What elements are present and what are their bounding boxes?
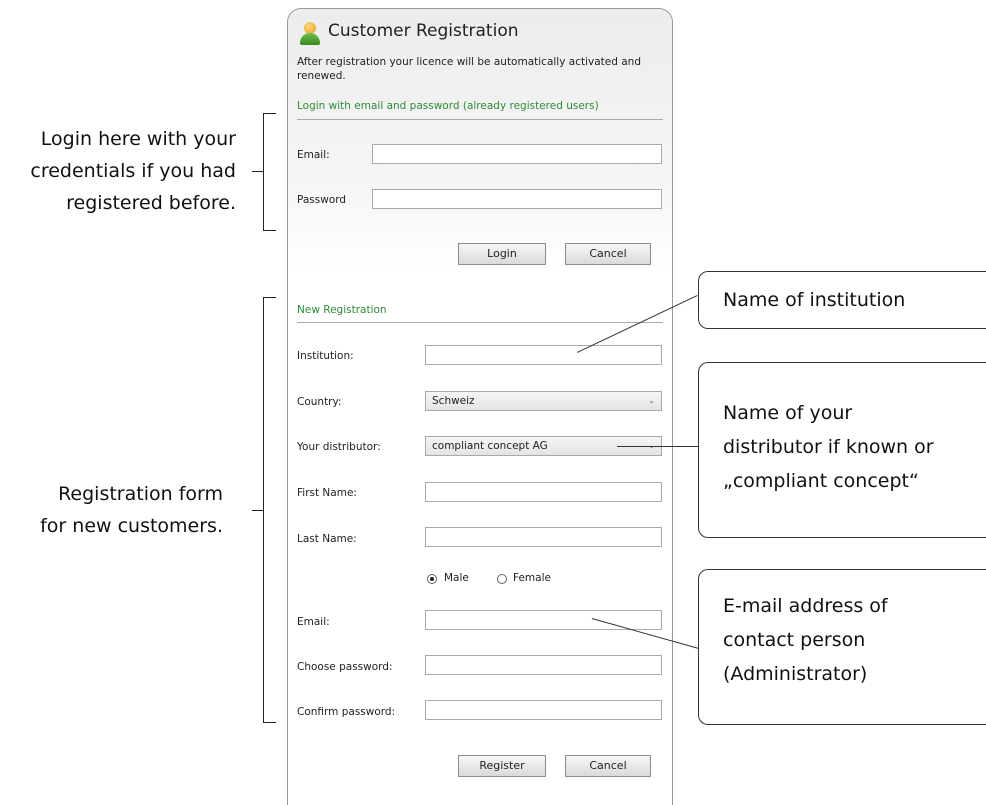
login-annotation-line: registered before. <box>66 192 236 214</box>
registration-section-divider <box>297 322 663 323</box>
distributor-callout-line: „compliant concept“ <box>723 470 919 492</box>
customer-registration-dialog: Customer Registration After registration… <box>287 8 673 805</box>
registration-section-heading: New Registration <box>297 304 387 316</box>
user-icon <box>299 22 321 46</box>
registration-bracket <box>263 297 276 723</box>
institution-callout: Name of institution <box>698 271 986 329</box>
confirm-password-input[interactable] <box>425 700 662 720</box>
gender-female-radio[interactable] <box>497 574 507 584</box>
login-annotation-line: credentials if you had <box>30 160 236 182</box>
register-button[interactable]: Register <box>458 755 546 777</box>
email-callout-line: (Administrator) <box>723 663 868 685</box>
registration-annotation-line: Registration form <box>58 483 223 505</box>
choose-password-input[interactable] <box>425 655 662 675</box>
login-annotation: Login here with your credentials if you … <box>30 123 236 219</box>
registration-cancel-button[interactable]: Cancel <box>565 755 651 777</box>
login-bracket-tick <box>252 171 263 172</box>
login-password-input[interactable] <box>372 189 662 209</box>
country-select-value: Schweiz <box>432 395 475 407</box>
login-section-heading: Login with email and password (already r… <box>297 100 599 112</box>
login-cancel-button[interactable]: Cancel <box>565 243 651 265</box>
login-email-input[interactable] <box>372 144 662 164</box>
confirm-password-label: Confirm password: <box>297 706 396 718</box>
email-callout-line: contact person <box>723 629 866 651</box>
distributor-label: Your distributor: <box>297 441 381 453</box>
registration-bracket-tick <box>252 510 263 511</box>
institution-input[interactable] <box>425 345 662 365</box>
login-section-divider <box>297 119 663 120</box>
dialog-title: Customer Registration <box>328 21 519 41</box>
email-callout: E-mail address of contact person (Admini… <box>698 569 986 725</box>
distributor-callout: Name of your distributor if known or „co… <box>698 362 986 538</box>
login-password-label: Password <box>297 194 347 206</box>
institution-callout-line: Name of institution <box>723 289 906 311</box>
gender-male-radio[interactable] <box>427 574 437 584</box>
last-name-input[interactable] <box>425 527 662 547</box>
login-email-label: Email: <box>297 149 330 161</box>
email-callout-line: E-mail address of <box>723 595 888 617</box>
first-name-input[interactable] <box>425 482 662 502</box>
distributor-select-value: compliant concept AG <box>432 440 548 452</box>
registration-annotation: Registration form for new customers. <box>40 478 223 542</box>
login-bracket <box>263 113 276 231</box>
distributor-callout-line: Name of your <box>723 402 853 424</box>
country-label: Country: <box>297 396 342 408</box>
institution-label: Institution: <box>297 350 354 362</box>
registration-annotation-line: for new customers. <box>40 515 223 537</box>
gender-female-label: Female <box>513 572 551 584</box>
first-name-label: First Name: <box>297 487 357 499</box>
choose-password-label: Choose password: <box>297 661 393 673</box>
login-button[interactable]: Login <box>458 243 546 265</box>
registration-email-label: Email: <box>297 616 330 628</box>
last-name-label: Last Name: <box>297 533 357 545</box>
distributor-leader-line <box>617 446 698 447</box>
gender-male-label: Male <box>444 572 469 584</box>
login-annotation-line: Login here with your <box>40 128 236 150</box>
country-select[interactable]: Schweiz ⌄ <box>425 391 662 411</box>
distributor-callout-line: distributor if known or <box>723 436 934 458</box>
dialog-subtitle: After registration your licence will be … <box>297 56 641 82</box>
chevron-down-icon: ⌄ <box>648 396 655 405</box>
